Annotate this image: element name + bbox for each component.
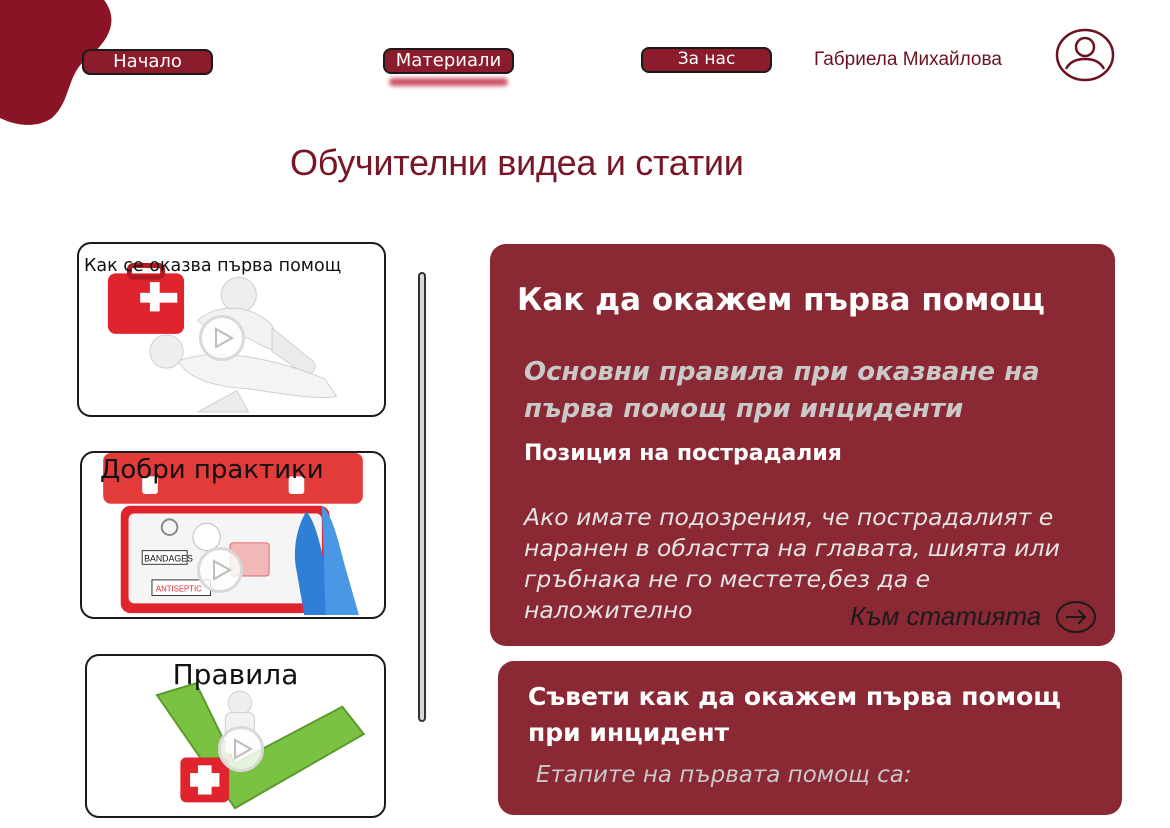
article-subtitle: Основни правила при оказване на първа по… <box>524 357 1040 424</box>
read-article-link[interactable]: Към статията <box>850 601 1041 632</box>
user-name[interactable]: Габриела Михайлова <box>814 49 1002 71</box>
article-card-tips[interactable]: Съвети как да окажем първа помощ при инц… <box>498 661 1122 815</box>
article-excerpt: Етапите на първата помощ са: <box>536 762 912 788</box>
play-icon[interactable] <box>197 547 243 593</box>
article-title: Как да окажем първа помощ <box>517 282 1045 318</box>
play-icon[interactable] <box>199 315 245 361</box>
video-list-scrollbar[interactable] <box>418 272 426 722</box>
page-title: Обучителни видеа и статии <box>290 142 744 183</box>
video-card-title: Как се оказва първа помощ <box>84 256 342 276</box>
article-card[interactable]: Как да окажем първа помощ Основни правил… <box>490 244 1115 646</box>
bandages-label: BANDAGES <box>144 553 193 563</box>
play-icon[interactable] <box>218 726 264 772</box>
video-card-first-aid[interactable]: Как се оказва първа помощ <box>77 242 386 417</box>
nav-home-button[interactable]: Начало <box>82 49 213 75</box>
arrow-right-circle-icon[interactable] <box>1055 600 1097 634</box>
video-card-title: Правила <box>172 658 299 691</box>
nav-materials-button[interactable]: Материали <box>383 48 514 74</box>
video-card-rules[interactable]: Правила <box>85 654 386 818</box>
article-title: Съвети как да окажем първа помощ при инц… <box>528 682 1061 747</box>
article-section-heading: Позиция на пострадалия <box>524 441 842 466</box>
user-circle-icon[interactable] <box>1054 28 1116 82</box>
antiseptic-label: ANTISEPTIC <box>156 585 202 594</box>
nav-about-button[interactable]: За нас <box>641 47 772 73</box>
video-card-title: Добри практики <box>100 455 324 485</box>
video-card-good-practices[interactable]: BANDAGES ANTISEPTIC Добри практики <box>80 451 386 619</box>
